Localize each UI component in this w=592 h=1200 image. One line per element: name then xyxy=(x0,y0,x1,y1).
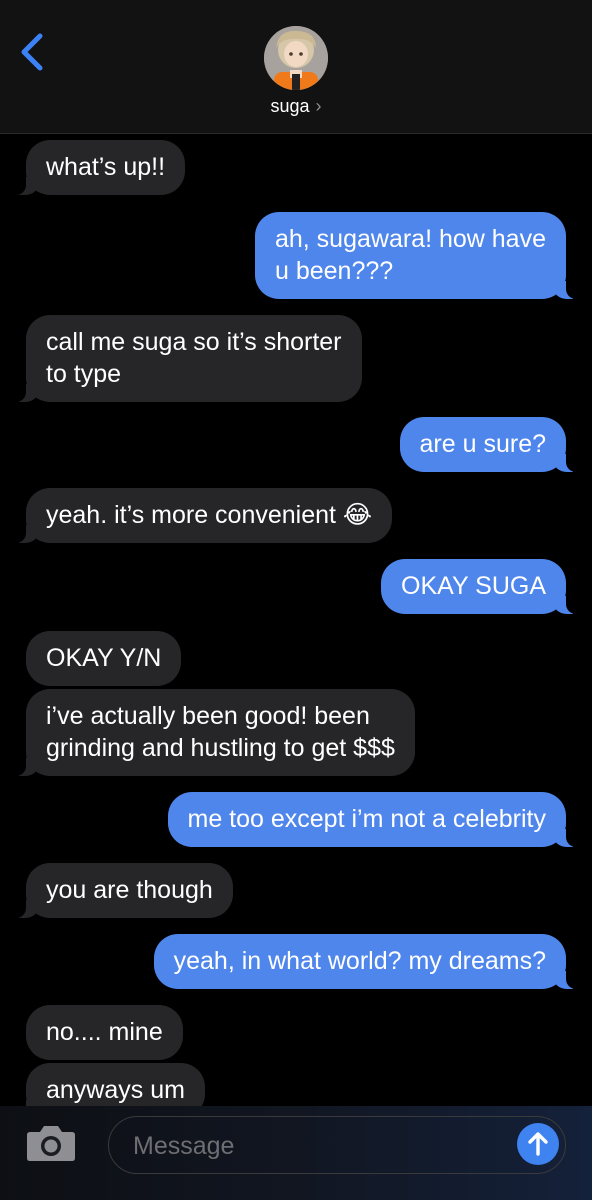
incoming-message[interactable]: yeah. it’s more convenient 😂 xyxy=(5,488,393,543)
outgoing-message[interactable]: me too except i’m not a celebrity xyxy=(167,792,586,847)
conversation-header: suga › xyxy=(0,0,592,134)
send-button[interactable] xyxy=(517,1123,559,1165)
outgoing-message[interactable]: OKAY SUGA xyxy=(381,559,586,614)
contact-name-button[interactable]: suga › xyxy=(0,96,592,117)
outgoing-message[interactable]: are u sure? xyxy=(399,417,587,472)
incoming-message[interactable]: no.... mine xyxy=(26,1005,183,1060)
back-button[interactable] xyxy=(14,30,50,74)
incoming-message[interactable]: you are though xyxy=(6,863,233,918)
outgoing-message[interactable]: yeah, in what world? my dreams? xyxy=(153,934,587,989)
outgoing-message[interactable]: ah, sugawara! how have u been??? xyxy=(254,212,587,299)
camera-icon xyxy=(27,1126,75,1161)
contact-name: suga xyxy=(270,96,310,116)
incoming-message[interactable]: i’ve actually been good! been grinding a… xyxy=(6,689,415,776)
camera-button[interactable] xyxy=(24,1120,78,1166)
contact-avatar[interactable] xyxy=(264,26,328,90)
arrow-up-icon xyxy=(528,1132,548,1156)
avatar-image xyxy=(264,26,328,90)
chevron-left-icon xyxy=(21,33,43,71)
incoming-message[interactable]: what’s up!! xyxy=(5,140,186,195)
incoming-message[interactable]: OKAY Y/N xyxy=(26,631,182,686)
chevron-right-icon: › xyxy=(315,96,322,116)
incoming-message[interactable]: call me suga so it’s shorter to type xyxy=(6,315,362,402)
message-input[interactable] xyxy=(131,1125,505,1167)
message-field[interactable] xyxy=(108,1116,566,1174)
message-composer xyxy=(0,1106,592,1200)
